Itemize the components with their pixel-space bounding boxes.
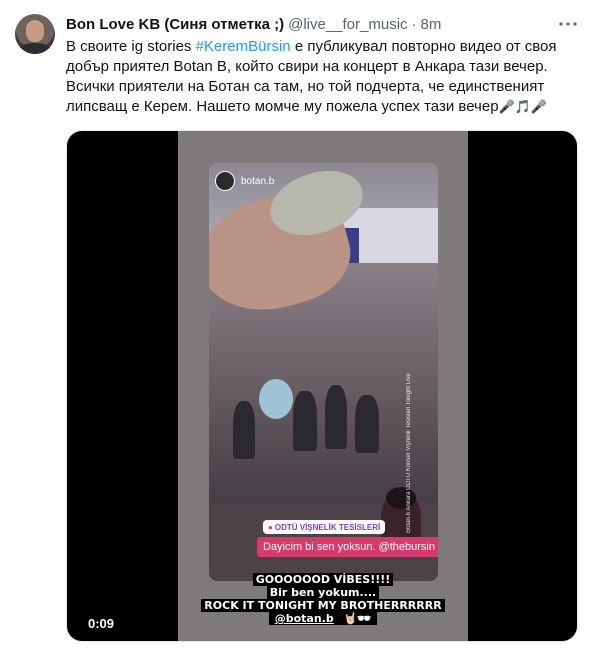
tweet-text-part1: В своите ig stories	[66, 38, 196, 55]
crowd-person	[293, 391, 317, 451]
crowd-person	[325, 385, 347, 449]
separator-dot: ·	[411, 15, 417, 33]
location-pin-icon: ●	[268, 522, 273, 532]
location-sticker-label: ODTÜ VİŞNELİK TESİSLERİ	[274, 522, 381, 532]
tweet-header: Bon Love KB (Синя отметка ;) @live__for_…	[66, 14, 441, 34]
tweet-emojis: 🎤🎵🎤	[498, 100, 548, 115]
tweet-time[interactable]: 8m	[421, 16, 442, 33]
crowd-person	[259, 379, 293, 419]
tweet-text: В своите ig stories #KeremBürsin е публи…	[66, 37, 578, 118]
user-avatar[interactable]	[15, 14, 55, 54]
story-username: botan.b	[241, 175, 275, 187]
scene-crowd	[229, 373, 409, 463]
tweet[interactable]: Bon Love KB (Синя отметка ;) @live__for_…	[0, 0, 594, 651]
caption-line: @botan.b 🤘🏻🕶	[178, 612, 468, 625]
story-caption: GOOOOOOD VİBES!!!! Bir ben yokum.... ROC…	[178, 573, 468, 625]
crowd-person	[355, 395, 379, 453]
mention-sticker: Dayicim bi sen yoksun. @thebursin	[257, 537, 438, 557]
story-vertical-text: Botan-b Ankara ODTÜ Konser Vişnelik Tesi…	[406, 373, 412, 533]
caption-line-text: Bir ben yokum....	[266, 586, 380, 599]
story-frame: Botan-b Ankara ODTÜ Konser Vişnelik Tesi…	[178, 131, 468, 641]
caption-line: Bir ben yokum....	[178, 586, 468, 599]
avatar-shirt	[18, 43, 52, 54]
user-handle[interactable]: @live__for_music	[288, 16, 407, 33]
video-player[interactable]: Botan-b Ankara ODTÜ Konser Vişnelik Tesi…	[66, 130, 578, 642]
caption-mention-wrap: @botan.b 🤘🏻🕶	[268, 612, 378, 625]
story-avatar	[215, 171, 235, 191]
caption-line-text: ROCK IT TONIGHT MY BROTHERRRRRR	[201, 599, 445, 612]
location-sticker: ● ODTÜ VİŞNELİK TESİSLERİ	[263, 520, 386, 534]
caption-emojis: 🤘🏻🕶	[340, 612, 375, 625]
more-dots-icon[interactable]	[558, 16, 578, 32]
story-header: botan.b	[215, 171, 274, 191]
caption-mention: @botan.b	[271, 612, 337, 625]
crowd-person	[233, 401, 255, 459]
caption-line: ROCK IT TONIGHT MY BROTHERRRRRR	[178, 599, 468, 612]
story-card: Botan-b Ankara ODTÜ Konser Vişnelik Tesi…	[209, 163, 438, 581]
display-name[interactable]: Bon Love KB (Синя отметка ;)	[66, 16, 284, 33]
avatar-face	[26, 22, 44, 42]
caption-line-text: GOOOOOOD VİBES!!!!	[252, 573, 394, 586]
video-timestamp: 0:09	[84, 613, 119, 633]
caption-line: GOOOOOOD VİBES!!!!	[178, 573, 468, 586]
hashtag-link[interactable]: #KeremBürsin	[196, 38, 291, 55]
